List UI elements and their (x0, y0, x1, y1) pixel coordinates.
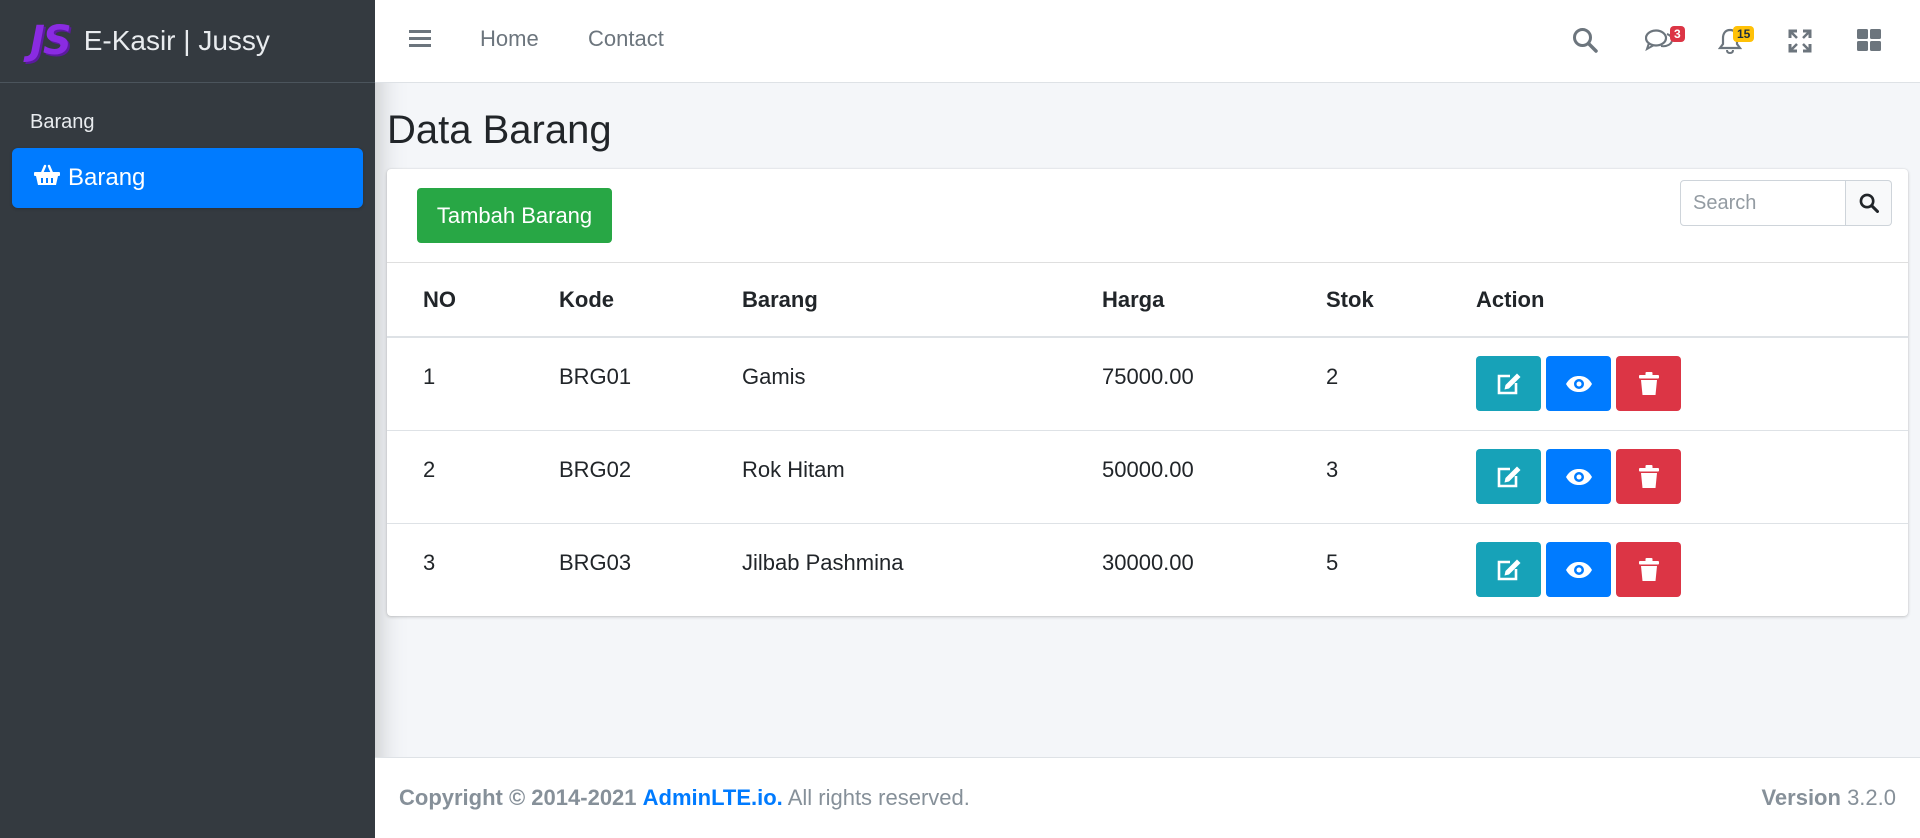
delete-button[interactable] (1616, 356, 1681, 411)
rights-text: All rights reserved. (787, 785, 970, 810)
table-search (1680, 180, 1892, 226)
delete-button[interactable] (1616, 449, 1681, 504)
brand-logo: JS (30, 18, 72, 64)
search-input[interactable] (1680, 180, 1846, 226)
table-row: 3 BRG03 Jilbab Pashmina 30000.00 5 (387, 524, 1908, 617)
search-submit-button[interactable] (1846, 180, 1892, 226)
adminlte-link[interactable]: AdminLTE.io. (643, 785, 783, 810)
cell-kode: BRG02 (559, 457, 632, 482)
top-navbar: Home Contact 3 15 (375, 0, 1920, 83)
edit-button[interactable] (1476, 542, 1541, 597)
sidebar-item-label: Barang (68, 164, 146, 191)
eye-icon (1565, 468, 1592, 485)
brand-name: E-Kasir | Jussy (83, 25, 270, 56)
trash-icon (1638, 371, 1659, 395)
column-header: NO (387, 263, 559, 338)
footer-copyright: Copyright © 2014-2021 AdminLTE.io. All r… (399, 785, 970, 811)
delete-button[interactable] (1616, 542, 1681, 597)
cell-harga: 50000.00 (1102, 457, 1194, 482)
fullscreen-expand-icon[interactable] (1788, 29, 1812, 58)
main-sidebar: JS E-Kasir | Jussy Barang Barang (0, 0, 375, 838)
view-button[interactable] (1546, 449, 1611, 504)
cell-barang: Gamis (742, 364, 806, 389)
row-actions (1476, 338, 1908, 411)
column-header: Stok (1326, 263, 1476, 338)
hamburger-menu-icon[interactable] (409, 28, 431, 53)
cell-harga: 75000.00 (1102, 364, 1194, 389)
copyright-text: Copyright © 2014-2021 (399, 785, 637, 810)
cell-kode: BRG03 (559, 550, 632, 575)
cell-kode: BRG01 (559, 364, 632, 389)
nav-contact-link[interactable]: Contact (588, 26, 664, 52)
sidebar-item-barang[interactable]: Barang (12, 148, 363, 208)
nav-home-link[interactable]: Home (480, 26, 539, 52)
cell-barang: Jilbab Pashmina (742, 550, 904, 575)
table-row: 1 BRG01 Gamis 75000.00 2 (387, 337, 1908, 431)
data-card: Tambah Barang NO Kode Barang Harga Stok … (387, 169, 1908, 616)
trash-icon (1638, 557, 1659, 581)
cell-stok: 5 (1326, 550, 1339, 575)
card-header: Tambah Barang (387, 169, 1908, 263)
cell-no: 1 (423, 364, 436, 389)
cell-barang: Rok Hitam (742, 457, 845, 482)
column-header: Kode (559, 263, 742, 338)
brand-link[interactable]: JS E-Kasir | Jussy (0, 0, 375, 83)
eye-icon (1565, 561, 1592, 578)
cell-stok: 3 (1326, 457, 1339, 482)
version-label: Version (1761, 785, 1841, 810)
row-actions (1476, 524, 1908, 597)
search-icon (1859, 193, 1879, 213)
messages-badge: 3 (1670, 26, 1685, 42)
view-button[interactable] (1546, 356, 1611, 411)
control-sidebar-grid-icon[interactable] (1857, 29, 1881, 56)
main-footer: Copyright © 2014-2021 AdminLTE.io. All r… (375, 757, 1920, 838)
view-button[interactable] (1546, 542, 1611, 597)
page-title: Data Barang (387, 108, 612, 152)
notifications-badge: 15 (1733, 26, 1755, 42)
cell-stok: 2 (1326, 364, 1339, 389)
trash-icon (1638, 464, 1659, 488)
eye-icon (1565, 375, 1592, 392)
cell-no: 3 (423, 550, 436, 575)
shopping-basket-icon (34, 164, 68, 193)
edit-icon (1497, 466, 1520, 487)
edit-icon (1497, 373, 1520, 394)
cell-harga: 30000.00 (1102, 550, 1194, 575)
edit-button[interactable] (1476, 449, 1541, 504)
add-item-button[interactable]: Tambah Barang (417, 188, 612, 243)
column-header: Harga (1102, 263, 1326, 338)
sidebar-header: Barang (30, 111, 95, 133)
footer-version: Version 3.2.0 (1761, 785, 1896, 811)
items-table: NO Kode Barang Harga Stok Action 1 BRG01… (387, 263, 1908, 616)
row-actions (1476, 431, 1908, 504)
table-row: 2 BRG02 Rok Hitam 50000.00 3 (387, 430, 1908, 524)
edit-icon (1497, 559, 1520, 580)
search-icon[interactable] (1572, 27, 1598, 58)
cell-no: 2 (423, 457, 436, 482)
edit-button[interactable] (1476, 356, 1541, 411)
column-header: Barang (742, 263, 1102, 338)
table-header-row: NO Kode Barang Harga Stok Action (387, 263, 1908, 338)
version-number: 3.2.0 (1847, 785, 1896, 810)
column-header: Action (1476, 263, 1908, 338)
